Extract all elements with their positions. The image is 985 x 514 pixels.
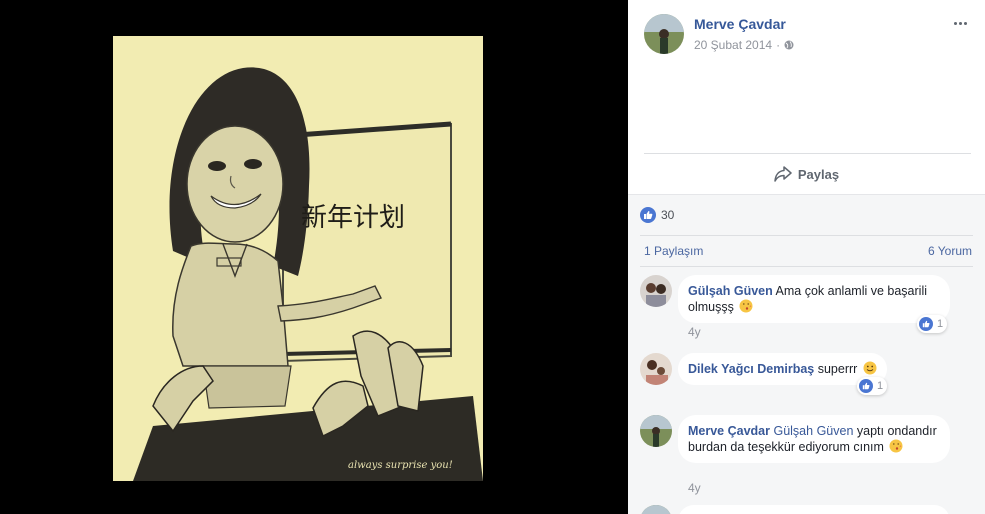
meta-separator: · — [776, 38, 781, 52]
commenter-avatar[interactable] — [640, 415, 672, 447]
smile-emoji-icon — [863, 361, 877, 375]
more-options-icon[interactable] — [951, 16, 969, 30]
share-button[interactable]: Paylaş — [628, 154, 985, 194]
comment-author[interactable]: Gülşah Güven — [688, 284, 773, 298]
comment-author[interactable]: Dilek Yağcı Demirbaş — [688, 362, 814, 376]
share-label: Paylaş — [797, 166, 840, 182]
kiss-emoji-icon — [889, 439, 903, 453]
divider — [640, 266, 973, 267]
comment-timestamp[interactable]: 4y — [688, 481, 701, 495]
comment-bubble: Merve Çavdar Gülşah Güven yaptı ondandır… — [678, 415, 950, 463]
post-panel: Merve Çavdar 20 Şubat 2014 · Paylaş 30 1… — [628, 0, 985, 514]
divider — [640, 235, 973, 236]
comment-bubble — [678, 505, 950, 514]
shares-count-link[interactable]: 1 Paylaşım — [644, 244, 703, 258]
comment-text: superrr — [817, 362, 858, 376]
commenter-avatar[interactable] — [640, 275, 672, 307]
share-icon — [774, 166, 792, 182]
comment-bubble: Gülşah Güven Ama çok anlamli ve başarili… — [678, 275, 950, 323]
like-reaction-icon — [640, 207, 656, 223]
caricature-drawing: 新年计划 always surprise you! — [133, 67, 483, 481]
like-icon — [859, 379, 873, 393]
avatar-image — [644, 14, 684, 54]
post-photo[interactable]: 新年计划 always surprise you! — [113, 36, 483, 481]
comments-count-link[interactable]: 6 Yorum — [928, 244, 972, 258]
commenter-avatar[interactable] — [640, 505, 672, 514]
post-header: Merve Çavdar 20 Şubat 2014 · — [628, 0, 985, 152]
comment-bubble: Dilek Yağcı Demirbaş superrr — [678, 353, 887, 385]
commenter-avatar[interactable] — [640, 353, 672, 385]
post-date[interactable]: 20 Şubat 2014 — [694, 38, 772, 52]
photo-signature: always surprise you! — [348, 460, 453, 471]
reaction-count: 30 — [661, 208, 675, 222]
reactions-summary[interactable]: 30 — [640, 207, 674, 223]
feedback-section: 30 1 Paylaşım 6 Yorum Gülşah Güven Ama ç… — [628, 194, 985, 514]
post-meta: 20 Şubat 2014 · — [694, 38, 794, 52]
post-author-name[interactable]: Merve Çavdar — [694, 16, 786, 32]
photo-stage: 新年计划 always surprise you! — [0, 0, 628, 514]
author-avatar[interactable] — [644, 14, 684, 54]
comment-author[interactable]: Merve Çavdar — [688, 424, 770, 438]
globe-icon[interactable] — [784, 40, 794, 50]
like-icon — [919, 317, 933, 331]
comment-like-badge[interactable]: 1 — [917, 315, 948, 333]
engagement-stats: 1 Paylaşım 6 Yorum — [644, 244, 972, 258]
comment-like-count: 1 — [937, 318, 944, 330]
comment-timestamp[interactable]: 4y — [688, 325, 701, 339]
comment-like-count: 1 — [877, 380, 884, 392]
kiss-emoji-icon — [739, 299, 753, 313]
comment-mention[interactable]: Gülşah Güven — [773, 424, 853, 438]
photo-chinese-caption: 新年计划 — [301, 203, 405, 233]
comment-like-badge[interactable]: 1 — [857, 377, 888, 395]
